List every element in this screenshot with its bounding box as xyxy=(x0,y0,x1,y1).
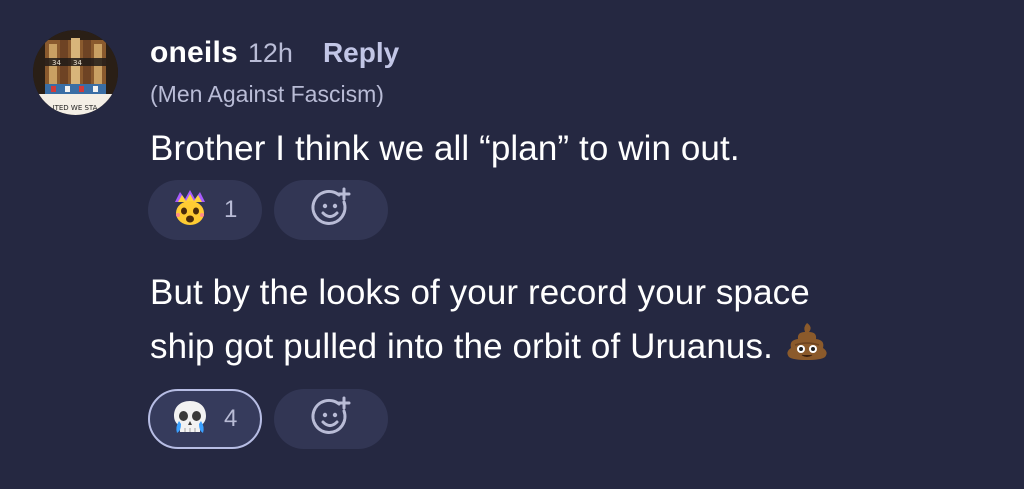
reaction-row: 1 xyxy=(148,180,388,240)
avatar[interactable]: 34 34 ITED WE STA xyxy=(33,30,118,115)
add-reaction-button-2[interactable] xyxy=(274,389,388,449)
reaction-row-2: 4 xyxy=(148,389,388,449)
username[interactable]: oneils xyxy=(150,36,238,70)
message-line: ship got pulled into the orbit of Uruanu… xyxy=(150,327,773,366)
user-flair: (Men Against Fascism) xyxy=(150,81,384,107)
message-line-with-emoji: ship got pulled into the orbit of Uruanu… xyxy=(150,320,829,377)
reaction-pill-selected[interactable]: 4 xyxy=(148,389,262,449)
reply-button[interactable]: Reply xyxy=(323,37,399,69)
reaction-pill[interactable]: 1 xyxy=(148,180,262,240)
svg-text:34: 34 xyxy=(52,59,61,67)
message-text: Brother I think we all “plan” to win out… xyxy=(150,129,740,168)
pile-of-poo-emoji xyxy=(785,321,829,377)
comment-thread: 34 34 ITED WE STA oneils 12h Reply (Men … xyxy=(0,0,1024,489)
add-reaction-button[interactable] xyxy=(274,180,388,240)
comment-header: oneils 12h Reply xyxy=(150,36,399,70)
add-emoji-icon xyxy=(309,395,353,444)
reaction-count: 4 xyxy=(224,405,238,432)
reaction-count: 1 xyxy=(224,196,238,223)
svg-text:34: 34 xyxy=(73,59,82,67)
add-emoji-icon xyxy=(309,186,353,235)
message-text-2: But by the looks of your record your spa… xyxy=(150,266,829,377)
timestamp: 12h xyxy=(247,38,293,68)
avatar-text: ITED WE STA xyxy=(53,104,98,112)
skull-crying-emoji xyxy=(170,397,210,442)
message-line: But by the looks of your record your spa… xyxy=(150,273,810,312)
exploding-head-crown-emoji xyxy=(170,188,210,233)
